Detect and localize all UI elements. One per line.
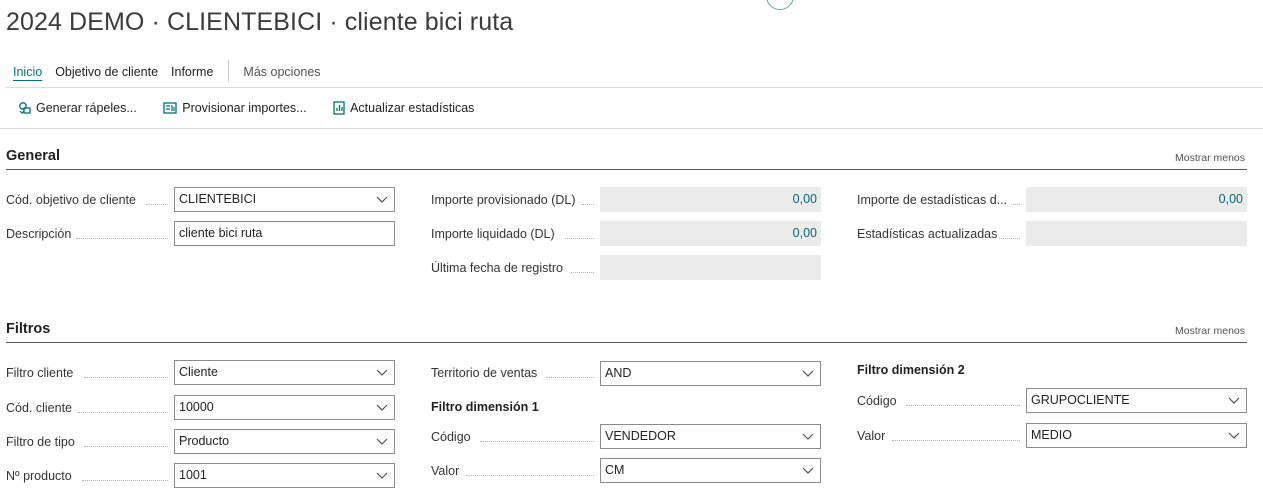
general-show-less-link[interactable]: Mostrar menos <box>1175 152 1245 164</box>
dim1-valor-select[interactable]: CM <box>600 458 821 483</box>
more-options-button[interactable]: Más opciones <box>243 65 320 79</box>
descripcion-label: Descripción <box>6 227 72 241</box>
dot-leader <box>582 204 594 205</box>
tab-objetivo-cliente[interactable]: Objetivo de cliente <box>55 65 158 79</box>
chevron-down-icon <box>376 438 388 445</box>
cod-cliente-label: Cód. cliente <box>6 401 73 415</box>
chevron-down-icon <box>376 196 388 203</box>
dim2-valor-select[interactable]: MEDIO <box>1026 423 1247 448</box>
dim1-codigo-value: VENDEDOR <box>605 429 676 443</box>
dot-leader <box>571 272 594 273</box>
importe-provisionado-value[interactable]: 0,00 <box>600 187 821 212</box>
generate-rebates-label: Generar rápeles... <box>36 101 137 115</box>
dot-leader <box>84 446 168 447</box>
territorio-label: Territorio de ventas <box>431 366 538 380</box>
filtros-section-underline <box>6 342 1247 343</box>
nav-divider <box>6 87 1263 88</box>
dim1-codigo-select[interactable]: VENDEDOR <box>600 424 821 449</box>
filtro-tipo-value: Producto <box>179 434 230 448</box>
cod-cliente-select[interactable]: 10000 <box>174 395 395 420</box>
n-producto-label: Nº producto <box>6 469 72 483</box>
importe-estadisticas-value[interactable]: 0,00 <box>1026 187 1247 212</box>
dot-leader <box>565 238 594 239</box>
filtro-tipo-select[interactable]: Producto <box>174 429 395 454</box>
ultima-fecha-value[interactable] <box>600 255 821 280</box>
action-toolbar: Generar rápeles... Provisionar importes.… <box>18 101 497 118</box>
dim2-group-title: Filtro dimensión 2 <box>857 363 965 377</box>
generate-rebates-button[interactable]: Generar rápeles... <box>18 101 137 115</box>
statistics-icon <box>333 101 345 115</box>
n-producto-select[interactable]: 1001 <box>174 463 395 488</box>
estadisticas-actualizadas-value[interactable] <box>1026 221 1247 246</box>
cod-objetivo-label: Cód. objetivo de cliente <box>6 193 136 207</box>
estadisticas-actualizadas-label: Estadísticas actualizadas <box>857 227 998 241</box>
dot-leader <box>84 377 168 378</box>
chevron-down-icon <box>1228 397 1240 404</box>
importe-provisionado-label: Importe provisionado (DL) <box>431 193 576 207</box>
general-section-title[interactable]: General <box>6 148 60 164</box>
descripcion-input[interactable]: cliente bici ruta <box>174 221 395 246</box>
help-circle-icon <box>766 0 794 10</box>
chevron-down-icon <box>802 433 814 440</box>
dot-leader <box>546 377 594 378</box>
nav-separator <box>228 60 230 82</box>
dim2-codigo-select[interactable]: GRUPOCLIENTE <box>1026 388 1247 413</box>
cod-cliente-value: 10000 <box>179 400 214 414</box>
chevron-down-icon <box>376 472 388 479</box>
dim2-valor-value: MEDIO <box>1031 428 1072 442</box>
tab-inicio[interactable]: Inicio <box>13 65 42 79</box>
descripcion-value: cliente bici ruta <box>179 226 263 240</box>
filtros-section-title[interactable]: Filtros <box>6 321 50 337</box>
general-section-underline <box>6 169 1247 170</box>
dot-leader <box>892 440 1020 441</box>
chevron-down-icon <box>1228 432 1240 439</box>
dot-leader <box>1013 204 1020 205</box>
importe-liquidado-label: Importe liquidado (DL) <box>431 227 555 241</box>
filtro-cliente-value: Cliente <box>179 365 218 379</box>
dim2-codigo-value: GRUPOCLIENTE <box>1031 393 1130 407</box>
filtro-cliente-select[interactable]: Cliente <box>174 360 395 385</box>
chevron-down-icon <box>376 369 388 376</box>
provision-amounts-button[interactable]: Provisionar importes... <box>163 101 307 115</box>
dim2-valor-label: Valor <box>857 429 886 443</box>
provision-amounts-label: Provisionar importes... <box>182 101 307 115</box>
dot-leader <box>906 405 1020 406</box>
dim1-valor-label: Valor <box>431 464 460 478</box>
dot-leader <box>466 475 594 476</box>
dim2-codigo-label: Código <box>857 394 897 408</box>
cod-objetivo-select[interactable]: CLIENTEBICI <box>174 187 395 212</box>
toolbar-divider <box>0 128 1263 129</box>
territorio-select[interactable]: AND <box>600 361 821 386</box>
tab-informe[interactable]: Informe <box>171 65 213 79</box>
update-statistics-button[interactable]: Actualizar estadísticas <box>333 101 474 115</box>
dot-leader <box>78 412 168 413</box>
generate-icon <box>19 102 31 114</box>
page-title: 2024 DEMO · CLIENTEBICI · cliente bici r… <box>6 8 514 36</box>
dot-leader <box>480 441 594 442</box>
dot-leader <box>76 238 168 239</box>
dot-leader <box>999 238 1020 239</box>
chevron-down-icon <box>802 370 814 377</box>
provision-icon <box>163 102 177 114</box>
n-producto-value: 1001 <box>179 468 207 482</box>
dot-leader <box>82 480 168 481</box>
chevron-down-icon <box>802 467 814 474</box>
filtro-tipo-label: Filtro de tipo <box>6 435 75 449</box>
filtros-show-less-link[interactable]: Mostrar menos <box>1175 325 1245 337</box>
dim1-group-title: Filtro dimensión 1 <box>431 400 539 414</box>
ultima-fecha-label: Última fecha de registro <box>431 261 564 275</box>
dim1-codigo-label: Código <box>431 430 471 444</box>
cod-objetivo-value: CLIENTEBICI <box>179 192 257 206</box>
action-bar-tabs: Inicio Objetivo de cliente Informe Más opci… <box>13 60 334 82</box>
filtro-cliente-label: Filtro cliente <box>6 366 74 380</box>
dim1-valor-value: CM <box>605 463 625 477</box>
importe-liquidado-value[interactable]: 0,00 <box>600 221 821 246</box>
dot-leader <box>146 204 168 205</box>
territorio-value: AND <box>605 366 632 380</box>
importe-estadisticas-label: Importe de estadísticas d... <box>857 193 1008 207</box>
update-statistics-label: Actualizar estadísticas <box>350 101 475 115</box>
chevron-down-icon <box>376 404 388 411</box>
